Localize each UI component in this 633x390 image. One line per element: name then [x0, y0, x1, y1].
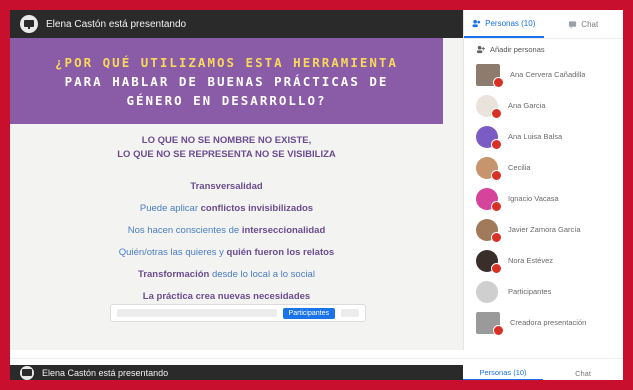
participant-name: Nora Estévez — [508, 256, 554, 265]
slide: ¿POR QUÉ UTILIZAMOS ESTA HERRAMIENTA PAR… — [10, 38, 463, 350]
mic-muted-icon — [491, 107, 502, 119]
mic-muted-icon — [491, 262, 502, 274]
avatar — [476, 94, 502, 119]
slide-item-pre: Nos hacen conscientes de — [127, 225, 242, 236]
bottom-tab-people-label: Personas (10) — [479, 367, 527, 377]
participant-row[interactable]: Cecilia — [464, 152, 623, 183]
slide-item-pre: Puede aplicar — [139, 203, 201, 214]
participant-name: Creadora presentación — [510, 318, 587, 327]
controls-extra[interactable] — [341, 309, 359, 317]
bottom-tab-people[interactable]: Personas (10) — [463, 365, 543, 380]
add-person-icon — [476, 45, 485, 53]
presentation-area: Elena Castón está presentando ¿POR QUÉ U… — [10, 10, 463, 350]
participant-name: Ana Cervera Cañadilla — [510, 70, 586, 79]
participants-button[interactable]: Participantes — [282, 307, 335, 319]
slide-item: Transformación desde lo local a lo socia… — [10, 264, 443, 286]
tab-chat[interactable]: Chat — [544, 10, 624, 38]
slide-item-strong: quién fueron los relatos — [226, 247, 335, 258]
chat-icon — [569, 20, 577, 29]
slide-motto-line-2: LO QUE NO SE REPRESENTA NO SE VISIBILIZA — [117, 149, 336, 160]
participant-name: Ana Luisa Balsa — [508, 132, 563, 141]
mic-muted-icon — [493, 324, 504, 336]
slide-title-line-1: ¿POR QUÉ UTILIZAMOS ESTA HERRAMIENTA — [55, 54, 398, 70]
avatar — [476, 187, 502, 212]
presenting-icon — [20, 366, 34, 380]
participant-row[interactable]: Javier Zamora García — [464, 214, 623, 245]
bottom-side-tabs: Personas (10) Chat — [463, 365, 623, 380]
slide-title-banner: ¿POR QUÉ UTILIZAMOS ESTA HERRAMIENTA PAR… — [10, 38, 443, 124]
participant-row[interactable]: Participantes — [464, 276, 623, 307]
mic-muted-icon — [493, 76, 504, 88]
slide-item-post: desde lo local a lo social — [209, 269, 315, 280]
slide-item-strong: Transversalidad — [190, 181, 263, 192]
bottom-tab-chat[interactable]: Chat — [543, 365, 623, 380]
participant-row[interactable]: Nora Estévez — [464, 245, 623, 276]
participant-row[interactable]: Ana Cervera Cañadilla — [464, 59, 623, 90]
bottom-presenter-label: Elena Castón está presentando — [42, 368, 169, 378]
tab-chat-label: Chat — [581, 19, 599, 29]
participant-name: Ignacio Vacasa — [508, 194, 559, 203]
mic-muted-icon — [491, 138, 502, 150]
slide-item-strong: Transformación — [138, 269, 210, 280]
side-panel-tabs: Personas (10) Chat — [464, 10, 623, 39]
slide-item: Puede aplicar conflictos invisibilizados — [10, 198, 443, 220]
bottom-presenter-bar: Elena Castón está presentando — [10, 365, 463, 380]
slide-title-line-3: GÉNERO EN DESARROLLO? — [126, 92, 327, 108]
mic-muted-icon — [491, 231, 502, 243]
slide-item: Quién/otras las quieres y quién fueron l… — [10, 242, 443, 264]
avatar — [476, 218, 502, 243]
bottom-tab-chat-label: Chat — [575, 368, 591, 378]
meeting-window: Elena Castón está presentando ¿POR QUÉ U… — [10, 10, 623, 380]
controls-field[interactable] — [117, 309, 277, 317]
bottom-strip: Elena Castón está presentando Personas (… — [10, 358, 623, 380]
participant-row[interactable]: Ana Luisa Balsa — [464, 121, 623, 152]
slide-item: Nos hacen conscientes de interseccionali… — [10, 220, 443, 242]
avatar — [476, 63, 504, 88]
presenter-label: Elena Castón está presentando — [46, 18, 187, 30]
participant-name: Participantes — [508, 287, 552, 296]
slide-item-strong: La práctica crea nuevas necesidades — [142, 291, 311, 302]
participant-name: Javier Zamora García — [508, 225, 581, 234]
mic-muted-icon — [491, 169, 502, 181]
presentation-controls: Participantes — [110, 304, 366, 322]
avatar — [476, 156, 502, 181]
slide-item-pre: Quién/otras las quieres y — [118, 247, 227, 258]
slide-motto-line-1: LO QUE NO SE NOMBRE NO EXISTE, — [141, 135, 312, 146]
avatar — [476, 125, 502, 150]
participant-name: Ana Garcia — [508, 101, 546, 110]
participant-list: Ana Cervera Cañadilla Ana Garcia Ana Lui… — [464, 59, 623, 338]
participant-row[interactable]: Ignacio Vacasa — [464, 183, 623, 214]
participant-name: Cecilia — [508, 163, 531, 172]
mic-muted-icon — [491, 200, 502, 212]
presenter-bar: Elena Castón está presentando — [10, 10, 463, 38]
slide-item: Transversalidad — [10, 176, 443, 198]
avatar — [476, 280, 498, 303]
avatar — [476, 311, 504, 336]
participant-row[interactable]: Ana Garcia — [464, 90, 623, 121]
slide-item-strong: interseccionalidad — [241, 225, 326, 236]
add-people-button[interactable]: Añadir personas — [464, 39, 623, 59]
slide-title-line-2: PARA HABLAR DE BUENAS PRÁCTICAS DE — [64, 73, 389, 89]
avatar — [476, 249, 502, 274]
slide-body: LO QUE NO SE NOMBRE NO EXISTE, LO QUE NO… — [10, 134, 443, 308]
presenting-icon — [20, 15, 38, 33]
slide-item-strong: conflictos invisibilizados — [200, 203, 314, 214]
tab-people[interactable]: Personas (10) — [464, 10, 544, 38]
people-icon — [472, 19, 481, 27]
participant-row[interactable]: Creadora presentación — [464, 307, 623, 338]
add-people-label: Añadir personas — [490, 44, 545, 54]
tab-people-label: Personas (10) — [485, 18, 536, 28]
side-panel: Personas (10) Chat Añadir personas Ana C… — [463, 10, 623, 350]
